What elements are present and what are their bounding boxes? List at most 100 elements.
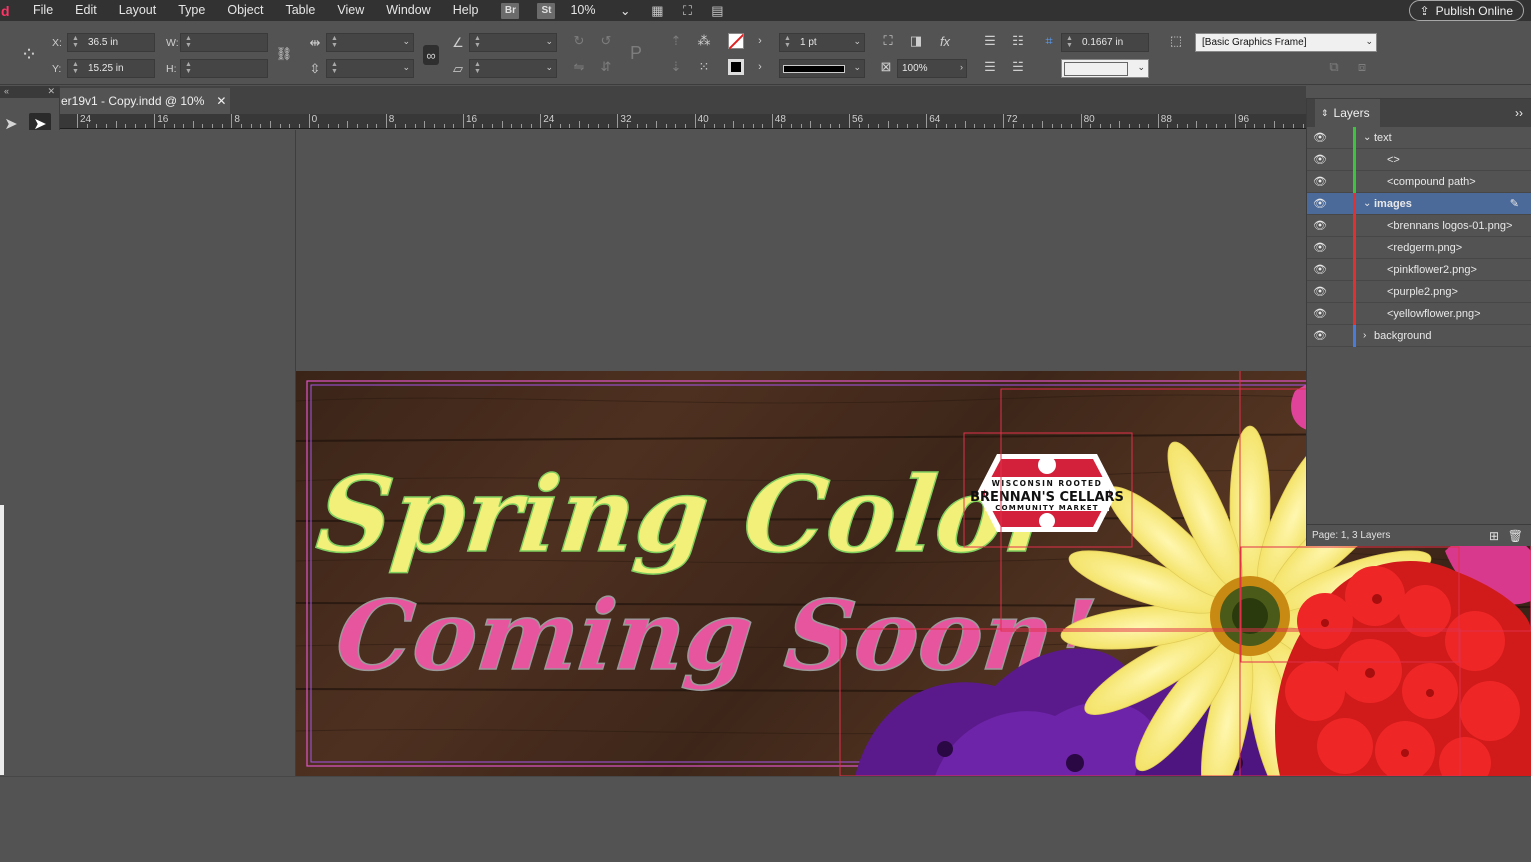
- height-field[interactable]: ▲ ▼: [180, 59, 268, 78]
- clear-style-icon[interactable]: ⧈: [1354, 59, 1370, 75]
- menu-view[interactable]: View: [326, 0, 375, 21]
- fill-dropdown-icon[interactable]: ›: [752, 33, 768, 49]
- stroke-type-dropdown[interactable]: ⌄: [779, 59, 865, 78]
- eye-icon[interactable]: 👁: [1313, 219, 1327, 232]
- layer-row[interactable]: 👁 <purple2.png>: [1307, 281, 1531, 303]
- eye-icon[interactable]: 👁: [1313, 241, 1327, 254]
- constrain-proportions-icon[interactable]: ⛓: [276, 46, 293, 62]
- layers-footer: Page: 1, 3 Layers ⊞ 🗑: [1307, 524, 1531, 546]
- layer-color-bar: [1353, 281, 1356, 303]
- align-bottom-icon[interactable]: ☱: [1010, 59, 1026, 75]
- layer-row[interactable]: 👁 <redgerm.png>: [1307, 237, 1531, 259]
- headline-line1[interactable]: Spring Color: [311, 453, 1075, 577]
- layers-tab[interactable]: ⇕ Layers: [1315, 99, 1380, 127]
- stroke-swatch-icon[interactable]: [728, 59, 744, 75]
- menu-layout[interactable]: Layout: [108, 0, 168, 21]
- x-field[interactable]: ▲ ▼ 36.5 in: [67, 33, 155, 52]
- ruler-minor-tick: [192, 121, 194, 128]
- eye-icon[interactable]: 👁: [1313, 131, 1327, 144]
- zoom-dropdown[interactable]: 10% ⌄: [564, 3, 630, 18]
- align-center-icon[interactable]: ☷: [1010, 33, 1026, 49]
- distribute-icon[interactable]: ☰: [982, 59, 998, 75]
- flip-vertical-icon[interactable]: ⇵: [598, 59, 614, 75]
- fit-frame-icon[interactable]: ⛶: [880, 33, 896, 49]
- width-field[interactable]: ▲ ▼: [180, 33, 268, 52]
- shear-field[interactable]: ▲ ▼ ⌄: [469, 59, 557, 78]
- select-previous-icon[interactable]: ⇣: [668, 59, 684, 75]
- document-tab[interactable]: er19v1 - Copy.indd @ 10% ✕: [60, 88, 230, 114]
- layer-row[interactable]: 👁 <compound path>: [1307, 171, 1531, 193]
- horizontal-ruler[interactable]: 24 16 8 0 8 16 24 32 40 48 56 64 72 80 88 96: [60, 114, 1306, 129]
- menu-edit[interactable]: Edit: [64, 0, 108, 21]
- new-layer-icon[interactable]: ⊞: [1489, 529, 1499, 543]
- menu-type[interactable]: Type: [167, 0, 216, 21]
- layer-row[interactable]: 👁 ⌄ images ✎: [1307, 193, 1531, 215]
- menu-file[interactable]: File: [22, 0, 64, 21]
- reference-point-icon[interactable]: ⁘: [16, 41, 42, 67]
- layer-row[interactable]: 👁 <brennans logos-01.png>: [1307, 215, 1531, 237]
- close-icon[interactable]: ✕: [47, 86, 55, 98]
- headline-line2[interactable]: Coming Soon!: [331, 578, 1102, 692]
- chevron-right-icon[interactable]: ›: [1363, 330, 1366, 341]
- tools-panel-header[interactable]: «✕: [0, 86, 59, 98]
- chevron-down-icon[interactable]: ⌄: [1363, 132, 1371, 143]
- eye-icon[interactable]: 👁: [1313, 285, 1327, 298]
- brennans-logo-image[interactable]: WISCONSIN ROOTED BRENNAN'S CELLARS COMMU…: [970, 454, 1124, 532]
- select-content-icon[interactable]: ⁂: [696, 33, 712, 49]
- constrain-scale-icon[interactable]: ∞: [423, 45, 439, 65]
- layer-row[interactable]: 👁 <>: [1307, 149, 1531, 171]
- layer-row[interactable]: 👁 ⌄ text: [1307, 127, 1531, 149]
- eye-icon[interactable]: 👁: [1313, 153, 1327, 166]
- collapse-icon[interactable]: «: [4, 86, 9, 98]
- trash-icon[interactable]: 🗑: [1508, 529, 1523, 543]
- bridge-button[interactable]: Br: [501, 2, 520, 19]
- close-icon[interactable]: ✕: [216, 94, 226, 108]
- object-style-dropdown[interactable]: [Basic Graphics Frame] ⌄: [1195, 33, 1377, 52]
- scale-x-field[interactable]: ▲ ▼ ⌄: [326, 33, 414, 52]
- menu-help[interactable]: Help: [442, 0, 490, 21]
- menu-window[interactable]: Window: [375, 0, 441, 21]
- layer-name: <purple2.png>: [1387, 285, 1458, 298]
- menu-object[interactable]: Object: [216, 0, 274, 21]
- layer-row[interactable]: 👁 › background: [1307, 325, 1531, 347]
- rotate-cw-icon[interactable]: ↻: [571, 33, 587, 49]
- effects-fx-icon[interactable]: fx: [937, 33, 953, 49]
- drop-shadow-icon[interactable]: ◨: [908, 33, 924, 49]
- ruler-major-tick: [154, 114, 156, 128]
- ruler-minor-tick: [559, 124, 561, 128]
- menu-table[interactable]: Table: [274, 0, 326, 21]
- stroke-weight-field[interactable]: ▲ ▼ 1 pt ⌄: [779, 33, 865, 52]
- layer-row[interactable]: 👁 <yellowflower.png>: [1307, 303, 1531, 325]
- eye-icon[interactable]: 👁: [1313, 175, 1327, 188]
- fill-swatch-none-icon[interactable]: [728, 33, 744, 49]
- flip-horizontal-icon[interactable]: ⇋: [571, 59, 587, 75]
- view-options-icon[interactable]: ▦: [646, 3, 668, 19]
- text-wrap-icon[interactable]: ⌗: [1041, 33, 1057, 49]
- layer-row[interactable]: 👁 <pinkflower2.png>: [1307, 259, 1531, 281]
- stock-button[interactable]: St: [537, 2, 556, 19]
- offset-field[interactable]: ▲ ▼ 0.1667 in: [1061, 33, 1149, 52]
- rotate-field[interactable]: ▲ ▼ ⌄: [469, 33, 557, 52]
- ruler-minor-tick: [453, 124, 455, 128]
- opacity-field[interactable]: 100% ›: [897, 59, 967, 78]
- align-top-icon[interactable]: ☰: [982, 33, 998, 49]
- stroke-dropdown-icon[interactable]: ›: [752, 59, 768, 75]
- chevron-down-icon[interactable]: ⌄: [1363, 198, 1371, 209]
- scale-y-field[interactable]: ▲ ▼ ⌄: [326, 59, 414, 78]
- select-next-icon[interactable]: ⁙: [696, 59, 712, 75]
- eye-icon[interactable]: 👁: [1313, 307, 1327, 320]
- select-container-icon[interactable]: ⇡: [668, 33, 684, 49]
- eye-icon[interactable]: 👁: [1313, 263, 1327, 276]
- publish-online-button[interactable]: ⇪ Publish Online: [1408, 0, 1524, 21]
- y-field[interactable]: ▲ ▼ 15.25 in: [67, 59, 155, 78]
- eye-icon[interactable]: 👁: [1313, 329, 1327, 342]
- rotate-ccw-icon[interactable]: ↺: [598, 33, 614, 49]
- clear-overrides-icon[interactable]: ⧉: [1326, 59, 1342, 75]
- arrange-documents-icon[interactable]: ▤: [706, 3, 728, 19]
- eye-icon[interactable]: 👁: [1313, 197, 1327, 210]
- panel-menu-icon[interactable]: ››: [1515, 106, 1523, 120]
- chevron-right-icon: ›: [960, 62, 963, 72]
- screen-mode-icon[interactable]: ⛶: [676, 3, 698, 19]
- swatch-field[interactable]: ⌄: [1061, 59, 1149, 78]
- spinner-icon: ▲ ▼: [474, 61, 481, 75]
